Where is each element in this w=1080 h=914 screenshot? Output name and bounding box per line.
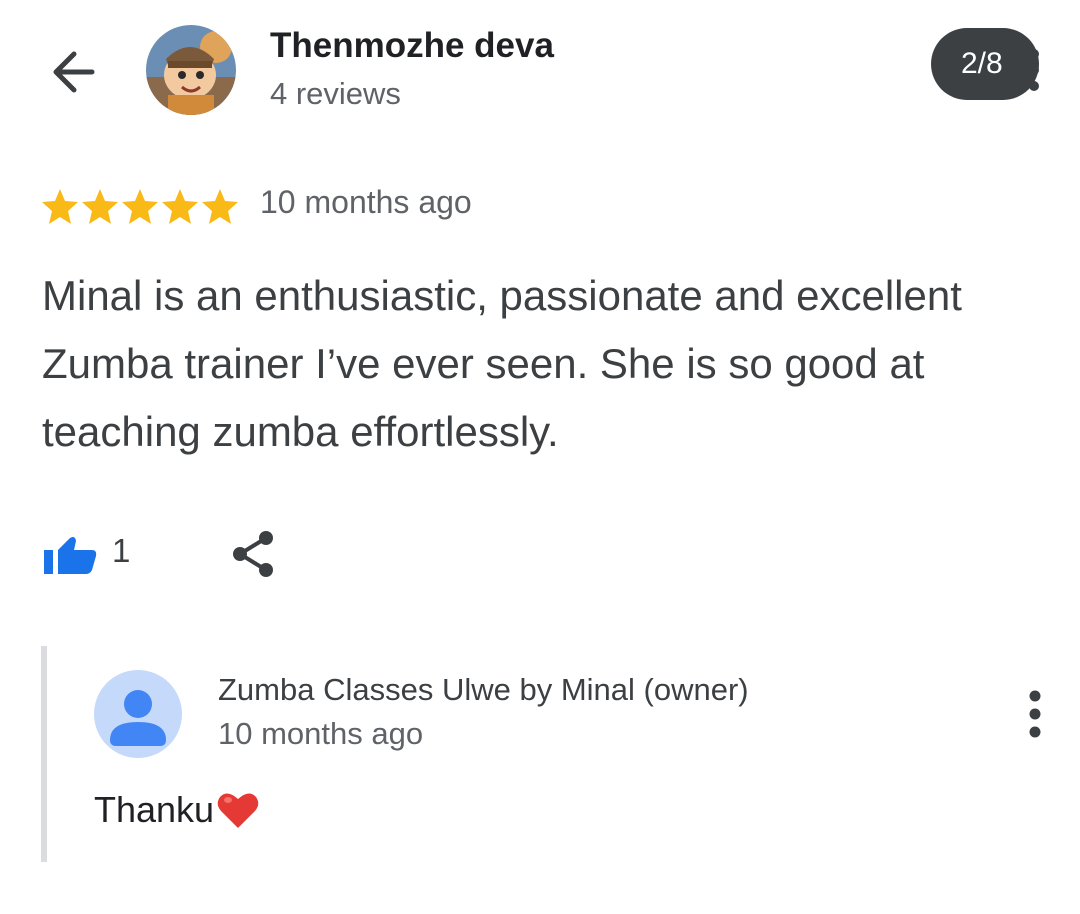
review-body-text: Minal is an enthusiastic, passionate and… bbox=[42, 272, 962, 455]
photo-counter-badge: 2/8 bbox=[931, 28, 1039, 100]
person-icon bbox=[110, 690, 166, 746]
reply-timestamp: 10 months ago bbox=[218, 716, 424, 751]
share-icon bbox=[233, 531, 273, 577]
star-icon bbox=[162, 189, 198, 224]
star-icon bbox=[202, 189, 238, 224]
star-icon bbox=[122, 189, 158, 224]
arrow-left-icon bbox=[53, 51, 95, 93]
owner-name[interactable]: Zumba Classes Ulwe by Minal (owner) bbox=[218, 672, 749, 708]
like-button[interactable] bbox=[42, 536, 98, 576]
reviewer-review-count: 4 reviews bbox=[270, 76, 401, 111]
reply-body: Thanku bbox=[94, 786, 260, 834]
reply-text: Thanku bbox=[94, 789, 215, 830]
reply-more-options-button[interactable] bbox=[1022, 688, 1048, 740]
back-button[interactable] bbox=[48, 40, 104, 104]
review-timestamp: 10 months ago bbox=[260, 184, 472, 220]
owner-avatar[interactable] bbox=[94, 670, 182, 758]
reviewer-name[interactable]: Thenmozhe deva bbox=[270, 26, 554, 66]
more-vertical-icon bbox=[1029, 49, 1039, 91]
like-count: 1 bbox=[112, 532, 131, 569]
star-icon bbox=[82, 189, 118, 224]
reviewer-avatar[interactable] bbox=[146, 25, 236, 115]
heart-emoji-icon bbox=[217, 793, 259, 828]
star-icon bbox=[42, 189, 78, 224]
top-more-options-button[interactable] bbox=[1024, 46, 1044, 94]
thumbs-up-icon bbox=[44, 537, 97, 574]
reply-indent-bar bbox=[41, 646, 47, 862]
star-rating bbox=[40, 186, 240, 226]
share-button[interactable] bbox=[228, 528, 280, 580]
avatar-illustration bbox=[146, 25, 236, 115]
more-vertical-icon bbox=[1029, 690, 1041, 738]
